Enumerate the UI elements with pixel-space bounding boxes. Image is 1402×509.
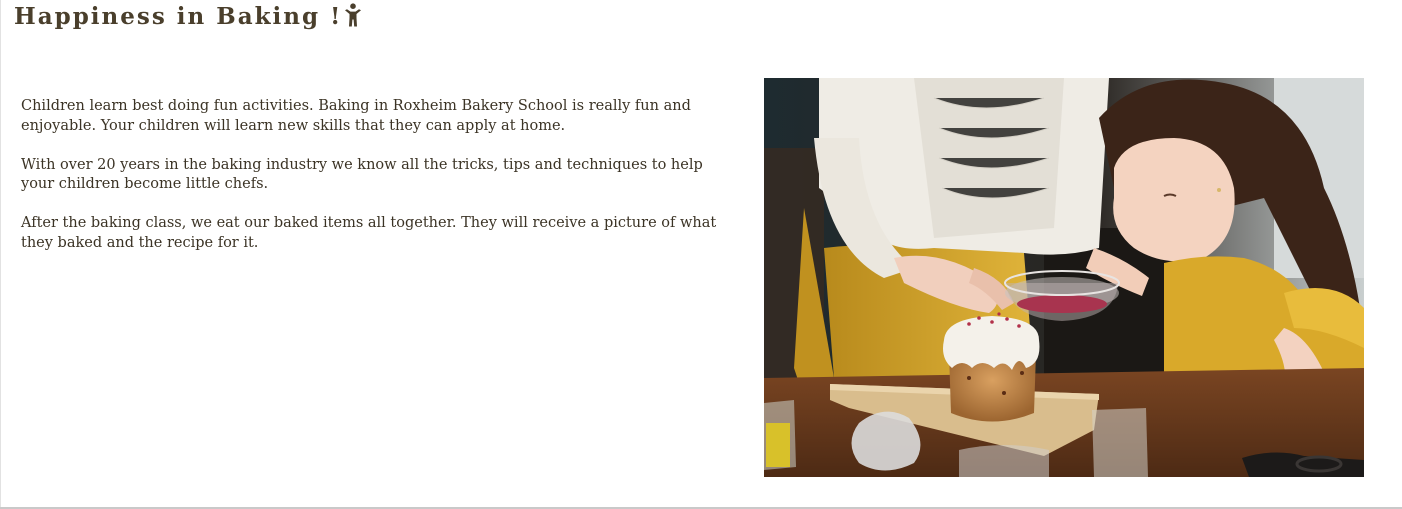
page-left-border: [0, 0, 1, 509]
child-icon: [344, 3, 362, 35]
paragraph-experience: With over 20 years in the baking industr…: [21, 156, 703, 193]
paragraph-after-class: After the baking class, we eat our baked…: [21, 215, 717, 251]
page-title: Happiness in Baking !: [14, 2, 362, 35]
paragraph-fun-activities: Children learn best doing fun activities…: [21, 98, 691, 134]
intro-text: Children learn best doing fun activities…: [21, 97, 721, 273]
page-title-text: Happiness in Baking !: [14, 3, 343, 30]
baking-photo: [764, 78, 1364, 477]
